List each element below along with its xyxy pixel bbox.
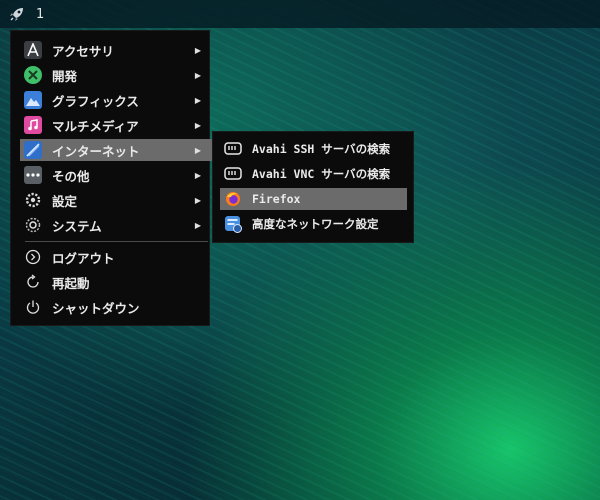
settings-icon — [24, 191, 42, 209]
submenu-arrow-icon: ▶ — [194, 220, 201, 230]
menu-item-logout[interactable]: ログアウト — [20, 246, 213, 268]
menu-item-development[interactable]: 開発 ▶ — [20, 64, 213, 86]
top-panel: 1 — [0, 0, 600, 28]
restart-icon — [24, 273, 42, 291]
menu-item-internet[interactable]: インターネット ▶ — [20, 139, 213, 161]
menu-item-accessories[interactable]: アクセサリ ▶ — [20, 39, 213, 61]
network-server-icon — [224, 165, 242, 183]
menu-item-multimedia[interactable]: マルチメディア ▶ — [20, 114, 213, 136]
menu-item-label: インターネット — [52, 143, 140, 159]
menu-item-label: 設定 — [52, 193, 78, 209]
graphics-icon — [24, 91, 42, 109]
internet-submenu: Avahi SSH サーバの検索 Avahi VNC サーバの検索 Firefo… — [212, 131, 414, 243]
menu-item-restart[interactable]: 再起動 — [20, 271, 213, 293]
submenu-arrow-icon: ▶ — [194, 195, 201, 205]
menu-item-graphics[interactable]: グラフィックス ▶ — [20, 89, 213, 111]
logout-icon — [24, 248, 42, 266]
menu-item-label: グラフィックス — [52, 93, 139, 109]
menu-item-label: その他 — [52, 168, 90, 184]
multimedia-icon — [24, 116, 42, 134]
development-icon — [24, 66, 42, 84]
submenu-arrow-icon: ▶ — [194, 95, 201, 105]
workspace-indicator[interactable]: 1 — [36, 7, 44, 22]
submenu-item-label: Avahi SSH サーバの検索 — [252, 142, 391, 156]
menu-item-label: 再起動 — [52, 275, 90, 291]
network-server-icon — [224, 140, 242, 158]
menu-item-shutdown[interactable]: シャットダウン — [20, 296, 213, 318]
menu-item-system[interactable]: システム ▶ — [20, 214, 213, 236]
internet-icon — [24, 141, 42, 159]
submenu-arrow-icon: ▶ — [194, 170, 201, 180]
submenu-item-advanced-network[interactable]: 高度なネットワーク設定 — [220, 213, 407, 235]
menu-item-label: シャットダウン — [52, 300, 140, 316]
power-icon — [24, 298, 42, 316]
submenu-arrow-icon: ▶ — [194, 145, 201, 155]
other-icon — [24, 166, 42, 184]
menu-item-label: マルチメディア — [52, 118, 139, 134]
network-settings-icon — [224, 215, 242, 233]
submenu-arrow-icon: ▶ — [194, 120, 201, 130]
menu-item-label: ログアウト — [52, 250, 115, 266]
system-icon — [24, 216, 42, 234]
menu-separator — [25, 241, 208, 242]
rocket-icon[interactable] — [4, 1, 30, 27]
submenu-item-label: Firefox — [252, 192, 301, 206]
accessories-icon — [24, 41, 42, 59]
submenu-arrow-icon: ▶ — [194, 70, 201, 80]
menu-item-other[interactable]: その他 ▶ — [20, 164, 213, 186]
menu-item-label: システム — [52, 218, 102, 234]
firefox-icon — [224, 190, 242, 208]
submenu-arrow-icon: ▶ — [194, 45, 201, 55]
submenu-item-avahi-vnc[interactable]: Avahi VNC サーバの検索 — [220, 163, 407, 185]
submenu-item-label: Avahi VNC サーバの検索 — [252, 167, 391, 181]
submenu-item-firefox[interactable]: Firefox — [220, 188, 407, 210]
menu-item-label: 開発 — [52, 68, 78, 84]
application-menu: アクセサリ ▶ 開発 ▶ グラフィックス ▶ マルチメディア ▶ インターネット… — [10, 30, 213, 326]
submenu-item-label: 高度なネットワーク設定 — [252, 217, 379, 231]
menu-item-label: アクセサリ — [52, 43, 114, 59]
menu-item-settings[interactable]: 設定 ▶ — [20, 189, 213, 211]
submenu-item-avahi-ssh[interactable]: Avahi SSH サーバの検索 — [220, 138, 407, 160]
